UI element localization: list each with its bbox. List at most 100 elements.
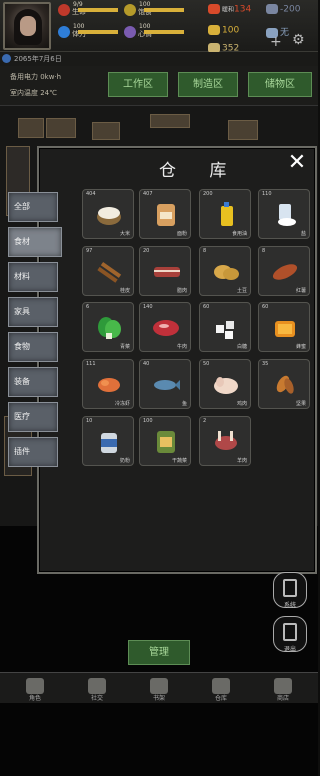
stat-3: 100 心情 bbox=[124, 23, 190, 38]
tab-2[interactable]: 材料 bbox=[8, 262, 58, 292]
item-name: 土豆 bbox=[236, 288, 247, 294]
door-icon bbox=[283, 623, 297, 641]
item-name: 桂皮 bbox=[119, 288, 130, 294]
close-button[interactable]: ✕ bbox=[285, 152, 309, 176]
exit-button-label: 退出 bbox=[283, 646, 296, 653]
item-count: 40 bbox=[143, 361, 150, 367]
tab-1[interactable]: 食材 bbox=[8, 227, 62, 257]
tab-7[interactable]: 插件 bbox=[8, 437, 58, 467]
cinnamon-icon bbox=[95, 257, 123, 285]
inventory-slot-salt[interactable]: 110 盐 bbox=[258, 189, 310, 239]
inventory-slot-oil[interactable]: 200 食用油 bbox=[199, 189, 251, 239]
item-count: 110 bbox=[262, 191, 272, 197]
stat-0: 9/9 生命 bbox=[58, 1, 124, 16]
honey-icon bbox=[271, 313, 299, 341]
fire-readout: 暖和134 bbox=[208, 4, 251, 15]
sugar-icon bbox=[212, 313, 240, 341]
inventory-slot-potato[interactable]: 8 土豆 bbox=[199, 246, 251, 296]
stat-icon bbox=[58, 26, 70, 38]
item-count: 111 bbox=[86, 361, 96, 367]
craft-area-button[interactable]: 制造区 bbox=[178, 72, 238, 97]
date-bar: 2065年7月6日 bbox=[0, 52, 318, 66]
item-name: 牛肉 bbox=[176, 344, 187, 350]
inventory-slot-beef[interactable]: 140 牛肉 bbox=[139, 302, 191, 352]
tab-0[interactable]: 全部 bbox=[8, 192, 58, 222]
system-button-label: 系统 bbox=[283, 602, 296, 609]
item-count: 200 bbox=[203, 191, 213, 197]
work-area-button[interactable]: 工作区 bbox=[108, 72, 168, 97]
inventory-slot-honey[interactable]: 60 蜂蜜 bbox=[258, 302, 310, 352]
nav-3[interactable]: 仓库 bbox=[194, 676, 248, 702]
stat-bar bbox=[78, 30, 118, 34]
nav-label: 商店 bbox=[276, 695, 289, 702]
item-name: 面粉 bbox=[176, 231, 187, 237]
mutton-icon bbox=[212, 427, 240, 455]
resource-label: 暖和 bbox=[222, 6, 235, 14]
stat-bar-fill bbox=[78, 8, 118, 12]
item-name: 干蔬菜 bbox=[171, 458, 187, 464]
nav-label: 社交 bbox=[90, 695, 103, 702]
stat-1: 100 体力 bbox=[58, 23, 124, 38]
inventory-slot-sweetpotato[interactable]: 8 红薯 bbox=[258, 246, 310, 296]
temp-readout: -200 bbox=[266, 4, 300, 15]
inventory-slot-flour[interactable]: 407 面粉 bbox=[139, 189, 191, 239]
item-name: 红薯 bbox=[295, 288, 306, 294]
item-count: 100 bbox=[143, 418, 153, 424]
player-avatar[interactable] bbox=[3, 2, 51, 50]
storage-area-button[interactable]: 储物区 bbox=[248, 72, 312, 97]
inventory-slot-mutton[interactable]: 2 羊肉 bbox=[199, 416, 251, 466]
manage-button[interactable]: 管理 bbox=[128, 640, 190, 665]
person-icon bbox=[26, 678, 44, 694]
inventory-slot-sugar[interactable]: 60 白糖 bbox=[199, 302, 251, 352]
item-name: 冷冻虾 bbox=[114, 401, 130, 407]
tab-5[interactable]: 装备 bbox=[8, 367, 58, 397]
inventory-slot-greens[interactable]: 6 青菜 bbox=[82, 302, 134, 352]
gear-icon[interactable]: ⚙ bbox=[292, 32, 305, 48]
system-button[interactable]: 系统 bbox=[273, 572, 307, 609]
fish-icon bbox=[152, 370, 180, 398]
nav-label: 仓库 bbox=[214, 695, 227, 702]
inventory-slot-nuts[interactable]: 35 坚果 bbox=[258, 359, 310, 409]
item-name: 鸡肉 bbox=[236, 401, 247, 407]
stat-icon bbox=[124, 26, 136, 38]
storage-panel: 仓 库 ✕ 404 大米 407 面粉 200 食用油 110 盐 97 桂皮 20 腊肉 8 土豆 8 红薯… bbox=[37, 146, 317, 574]
inventory-slot-shrimp[interactable]: 111 冷冻虾 bbox=[82, 359, 134, 409]
nav-2[interactable]: 书架 bbox=[132, 676, 186, 702]
tab-4[interactable]: 食物 bbox=[8, 332, 58, 362]
item-count: 20 bbox=[143, 248, 150, 254]
inventory-slot-milk[interactable]: 10 奶粉 bbox=[82, 416, 134, 466]
inventory-slot-fish[interactable]: 40 鱼 bbox=[139, 359, 191, 409]
stat-bar-fill bbox=[144, 30, 184, 34]
temp-icon bbox=[266, 4, 278, 14]
inventory-slot-rice[interactable]: 404 大米 bbox=[82, 189, 134, 239]
inventory-slot-vegbag[interactable]: 100 干蔬菜 bbox=[139, 416, 191, 466]
item-count: 2 bbox=[203, 418, 207, 424]
item-count: 6 bbox=[86, 304, 90, 310]
rice-icon bbox=[95, 200, 123, 228]
info-icon[interactable] bbox=[2, 54, 11, 63]
greens-icon bbox=[95, 313, 123, 341]
item-name: 食用油 bbox=[231, 231, 247, 237]
exit-button[interactable]: 退出 bbox=[273, 616, 307, 653]
resource-value: 100 bbox=[222, 25, 240, 36]
tab-6[interactable]: 医疗 bbox=[8, 402, 58, 432]
power-readout: 备用电力 0kw·h bbox=[10, 73, 62, 81]
chicken-icon bbox=[212, 370, 240, 398]
inventory-slot-cinnamon[interactable]: 97 桂皮 bbox=[82, 246, 134, 296]
nav-4[interactable]: 商店 bbox=[256, 676, 310, 702]
stat-bar bbox=[78, 8, 118, 12]
nav-1[interactable]: 社交 bbox=[70, 676, 124, 702]
nav-label: 角色 bbox=[28, 695, 41, 702]
warehouse-icon bbox=[212, 678, 230, 694]
item-name: 盐 bbox=[300, 231, 306, 237]
vegbag-icon bbox=[152, 427, 180, 455]
inventory-slot-chicken[interactable]: 50 鸡肉 bbox=[199, 359, 251, 409]
potato-icon bbox=[212, 257, 240, 285]
inventory-slot-bacon[interactable]: 20 腊肉 bbox=[139, 246, 191, 296]
people-icon bbox=[88, 678, 106, 694]
item-name: 鱼 bbox=[181, 401, 187, 407]
nav-0[interactable]: 角色 bbox=[8, 676, 62, 702]
salt-icon bbox=[271, 200, 299, 228]
add-icon[interactable]: + bbox=[270, 34, 282, 50]
tab-3[interactable]: 家具 bbox=[8, 297, 58, 327]
